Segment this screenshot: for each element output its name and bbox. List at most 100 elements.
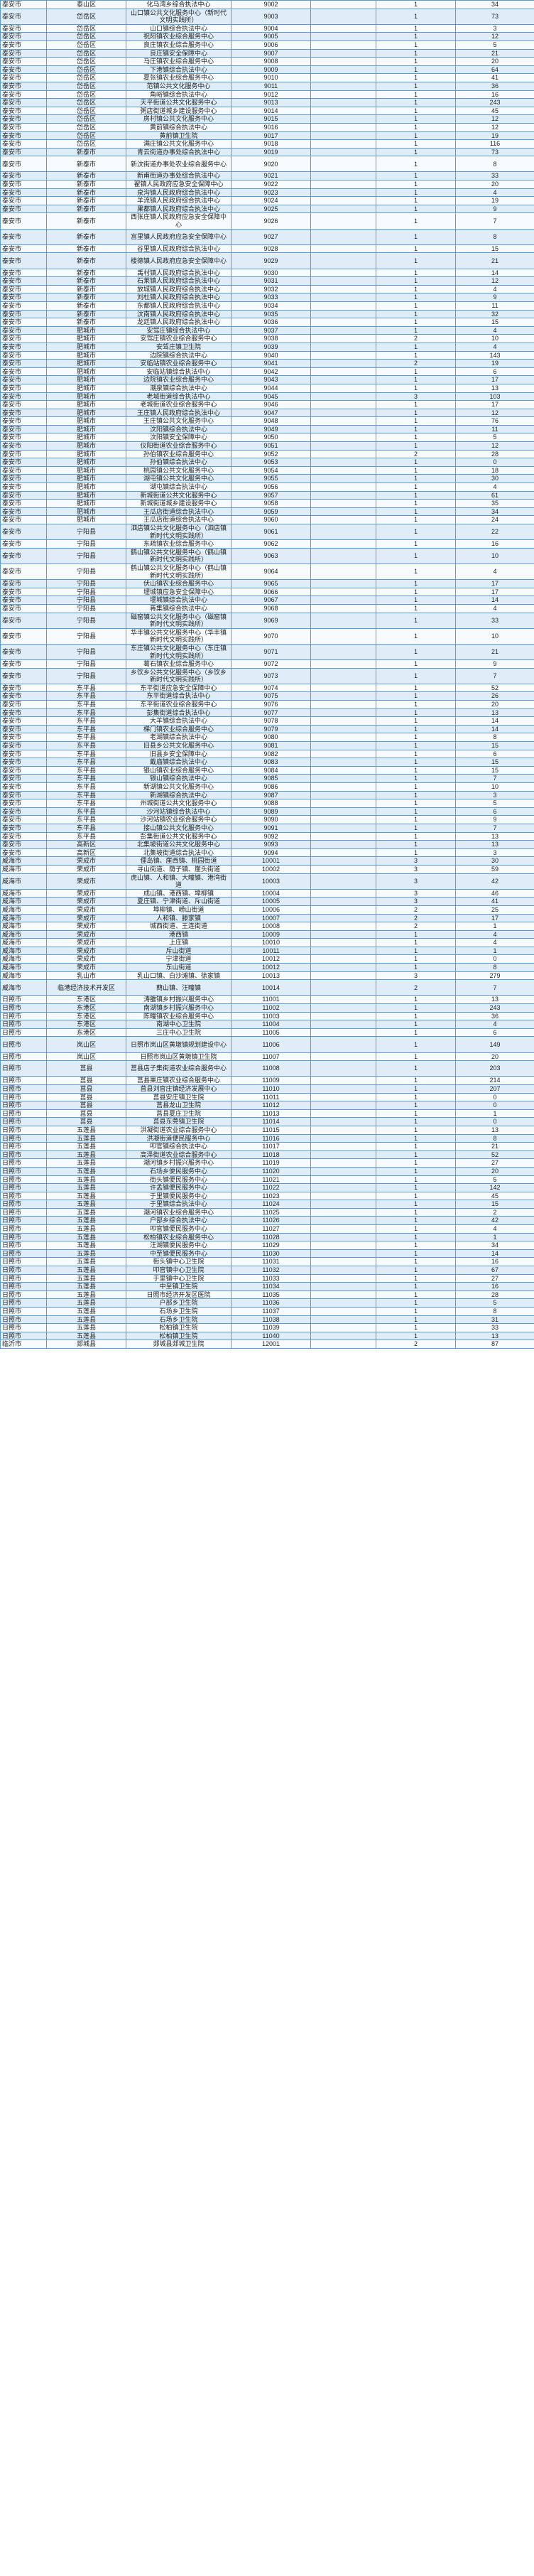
quota-cell: 1	[376, 171, 456, 181]
table-row: 泰安市 新泰市 西张庄镇人民政府应急安全保障中心 9026 1 7	[0, 212, 534, 230]
city-cell: 日照市	[0, 1060, 47, 1077]
applicant-count-cell: 73	[455, 8, 534, 25]
city-cell: 泰安市	[0, 603, 47, 613]
quota-cell: 1	[376, 1282, 456, 1291]
city-cell: 泰安市	[0, 301, 47, 311]
table-row: 日照市 东港区 南湖中心卫生院 11004 1 4	[0, 1020, 534, 1029]
table-row: 泰安市 肥城市 安临站镇农业综合服务中心 9041 2 19	[0, 359, 534, 368]
quota-cell: 1	[376, 301, 456, 311]
position-code-cell: 11015	[231, 1125, 311, 1135]
quota-cell: 1	[376, 1273, 456, 1283]
table-row: 泰安市 岱岳区 黄前镇综合执法中心 9016 1 12	[0, 122, 534, 132]
city-cell: 威海市	[0, 979, 47, 996]
applicant-count-cell: 116	[455, 139, 534, 149]
applicant-count-cell: 13	[455, 1331, 534, 1341]
city-cell: 威海市	[0, 864, 47, 874]
district-cell: 肥城市	[46, 499, 126, 508]
extra-cell	[310, 244, 376, 254]
applicant-count-cell: 41	[455, 73, 534, 82]
district-cell: 高新区	[46, 840, 126, 849]
city-cell: 泰安市	[0, 474, 47, 484]
quota-cell: 1	[376, 474, 456, 484]
applicant-count-cell: 7	[455, 212, 534, 230]
quota-cell: 1	[376, 848, 456, 858]
applicant-count-cell: 12	[455, 408, 534, 418]
table-row: 泰安市 肥城市 王瓜店街道综合执法中心 9060 1 24	[0, 515, 534, 524]
extra-cell	[310, 147, 376, 157]
unit-cell: 山口镇综合执法中心	[126, 23, 231, 33]
table-row: 泰安市 岱岳区 良庄镇安全保障中心 9007 1 21	[0, 48, 534, 58]
unit-cell: 沙河站镇农业综合服务中心	[126, 815, 231, 824]
unit-cell: 黄前镇卫生院	[126, 131, 231, 141]
district-cell: 肥城市	[46, 441, 126, 451]
city-cell: 泰安市	[0, 90, 47, 99]
extra-cell	[310, 212, 376, 230]
position-code-cell: 11038	[231, 1315, 311, 1325]
position-code-cell: 9065	[231, 579, 311, 588]
city-cell: 日照市	[0, 1158, 47, 1168]
quota-cell: 1	[376, 408, 456, 418]
district-cell: 荣成市	[46, 873, 126, 890]
position-code-cell: 9014	[231, 106, 311, 116]
applicant-count-cell: 21	[455, 48, 534, 58]
applicant-count-cell: 8	[455, 733, 534, 743]
applicant-count-cell: 2	[455, 1207, 534, 1217]
quota-cell: 1	[376, 733, 456, 743]
city-cell: 泰安市	[0, 774, 47, 783]
district-cell: 岱岳区	[46, 106, 126, 116]
position-code-cell: 9018	[231, 139, 311, 149]
extra-cell	[310, 596, 376, 605]
quota-cell: 1	[376, 539, 456, 549]
position-code-cell: 9006	[231, 40, 311, 50]
quota-cell: 1	[376, 807, 456, 817]
unit-cell: 泉沟镇人民政府综合执法中心	[126, 188, 231, 198]
quota-cell: 1	[376, 1011, 456, 1021]
applicant-count-cell: 19	[455, 131, 534, 141]
position-code-cell: 11007	[231, 1052, 311, 1062]
unit-cell: 汶南镇人民政府综合执法中心	[126, 309, 231, 319]
recruitment-table: 泰安市 泰山区 化马湾乡综合执法中心 9002 1 34 泰安市 岱岳区 山口镇公共文化服务中心…	[0, 0, 534, 1349]
district-cell: 东平县	[46, 790, 126, 800]
table-row: 日照市 莒县 莒县夏庄卫生院 11013 1 1	[0, 1109, 534, 1119]
position-code-cell: 9031	[231, 276, 311, 286]
district-cell: 东平县	[46, 782, 126, 792]
district-cell: 肥城市	[46, 465, 126, 475]
position-code-cell: 9069	[231, 612, 311, 629]
extra-cell	[310, 1076, 376, 1085]
table-row: 威海市 乳山市 乳山口镇、白沙滩镇、徐家镇 10013 3 279	[0, 971, 534, 981]
applicant-count-cell: 13	[455, 383, 534, 393]
position-code-cell: 11025	[231, 1207, 311, 1217]
table-row: 泰安市 新泰市 东都镇人民政府综合执法中心 9034 1 11	[0, 301, 534, 311]
position-code-cell: 9028	[231, 244, 311, 254]
extra-cell	[310, 1101, 376, 1110]
applicant-count-cell: 13	[455, 995, 534, 1005]
quota-cell: 1	[376, 1224, 456, 1234]
quota-cell: 1	[376, 1207, 456, 1217]
position-code-cell: 9043	[231, 375, 311, 384]
unit-cell: 银山镇农业综合服务中心	[126, 765, 231, 775]
city-cell: 日照市	[0, 1191, 47, 1201]
position-code-cell: 9037	[231, 325, 311, 335]
extra-cell	[310, 1092, 376, 1102]
quota-cell: 1	[376, 458, 456, 467]
unit-cell: 新城街道公共文化服务中心	[126, 490, 231, 500]
quota-cell: 1	[376, 188, 456, 198]
district-cell: 新泰市	[46, 268, 126, 278]
city-cell: 泰安市	[0, 284, 47, 294]
extra-cell	[310, 1183, 376, 1192]
extra-cell	[310, 515, 376, 524]
applicant-count-cell: 0	[455, 1117, 534, 1126]
position-code-cell: 9076	[231, 700, 311, 709]
quota-cell: 1	[376, 0, 456, 9]
table-row: 泰安市 宁阳县 堽城镇综合执法中心 9067 1 14	[0, 596, 534, 605]
position-code-cell: 9017	[231, 131, 311, 141]
applicant-count-cell: 10	[455, 627, 534, 645]
position-code-cell: 9009	[231, 65, 311, 75]
quota-cell: 1	[376, 1109, 456, 1119]
district-cell: 肥城市	[46, 515, 126, 524]
unit-cell: 夏张镇农业综合服务中心	[126, 73, 231, 82]
applicant-count-cell: 4	[455, 188, 534, 198]
unit-cell: 禹村镇人民政府综合执法中心	[126, 268, 231, 278]
extra-cell	[310, 700, 376, 709]
extra-cell	[310, 458, 376, 467]
